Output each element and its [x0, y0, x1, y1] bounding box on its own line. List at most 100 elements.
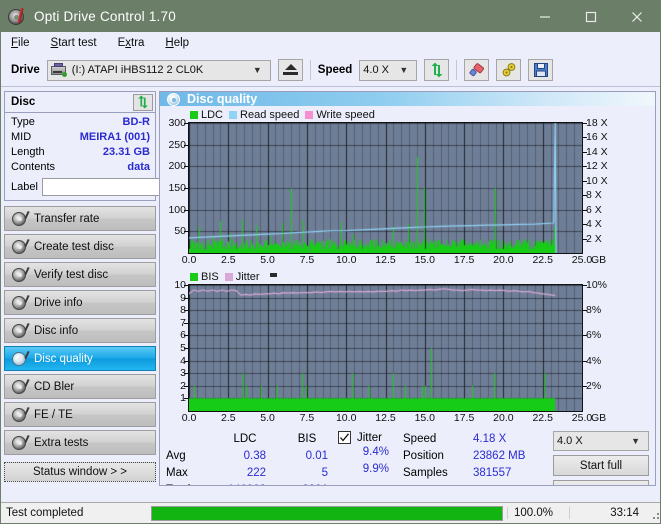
sidebar-item-label: Disc info	[34, 325, 78, 337]
tools-button[interactable]	[496, 59, 521, 81]
position-key: Position	[403, 448, 473, 465]
charts-container: LDC Read speed Write speed 5010015020025…	[160, 106, 655, 426]
window-title: Opti Drive Control 1.70	[34, 9, 176, 24]
y-tick-label-right: 14 X	[586, 146, 608, 158]
x-tick-label: 0.0	[182, 412, 197, 424]
disc-speed-icon	[12, 212, 26, 226]
start-full-button[interactable]: Start full	[553, 455, 649, 476]
disc-row-value: BD-R	[123, 115, 151, 130]
ldc-chart-y-axis-right: 2 X4 X6 X8 X10 X12 X14 X16 X18 X	[583, 122, 617, 254]
ldc-chart-x-axis: 0.02.55.07.510.012.515.017.520.022.525.0…	[188, 254, 583, 268]
disc-refresh-button[interactable]	[133, 94, 153, 111]
sidebar-item-label: Create test disc	[34, 241, 114, 253]
minimize-icon[interactable]	[522, 1, 568, 32]
x-tick-label: 15.0	[415, 254, 435, 266]
speed-select[interactable]: 4.0 X ▼	[359, 60, 417, 81]
sidebar-item-label: CD Bler	[34, 381, 74, 393]
speed-select-value: 4.0 X	[363, 64, 389, 76]
sidebar-item-create-test-disc[interactable]: Create test disc	[4, 234, 156, 259]
menu-extra[interactable]: Extra	[116, 36, 147, 50]
content-header: Disc quality	[160, 92, 655, 106]
maximize-icon[interactable]	[568, 1, 614, 32]
chevron-down-icon: ▼	[391, 66, 414, 75]
drive-select[interactable]: (I:) ATAPI iHBS112 2 CL0K ▼	[47, 60, 271, 81]
jitter-avg-value: 9.4%	[338, 444, 403, 461]
sidebar-item-disc-info[interactable]: Disc info	[4, 318, 156, 343]
menu-start-test[interactable]: Start test	[49, 36, 99, 50]
speed-info-value: 4.18 X	[473, 431, 553, 448]
ldc-chart-plot	[188, 122, 583, 254]
x-tick-label: 22.5	[532, 412, 552, 424]
progress-percent: 100.0%	[507, 507, 569, 519]
y-tick-label-right: 16 X	[586, 131, 608, 143]
x-tick-label: 22.5	[532, 254, 552, 266]
y-tick-label-right: 10%	[586, 279, 607, 291]
x-tick-label: 2.5	[221, 254, 236, 266]
stats-max-ldc: 222	[214, 465, 276, 482]
refresh-button[interactable]	[424, 59, 449, 81]
legend-swatch-bis	[190, 273, 198, 281]
sidebar-item-extra-tests[interactable]: Extra tests	[4, 430, 156, 455]
test-speed-select[interactable]: 4.0 X ▼	[553, 431, 649, 451]
x-tick-label: 17.5	[454, 412, 474, 424]
status-window-button[interactable]: Status window > >	[4, 462, 156, 482]
x-tick-label: 25.0	[572, 254, 592, 266]
sidebar-item-disc-quality[interactable]: Disc quality	[4, 346, 156, 371]
disc-info-icon	[12, 324, 26, 338]
jitter-checkbox[interactable]	[338, 431, 351, 444]
menu-file[interactable]: FFileile	[9, 36, 32, 50]
y-tick-label-right: 2%	[586, 380, 601, 392]
start-part-button[interactable]: Start part	[553, 480, 649, 486]
y-tick-label-right: 8 X	[586, 189, 602, 201]
speed-label: Speed	[318, 64, 353, 76]
test-speed-value: 4.0 X	[557, 435, 583, 447]
erase-button[interactable]	[464, 59, 489, 81]
x-tick-label: 17.5	[454, 254, 474, 266]
x-tick-label: 5.0	[260, 412, 275, 424]
sidebar-item-drive-info[interactable]: Drive info	[4, 290, 156, 315]
jitter-header: Jitter	[338, 431, 403, 444]
stats-grid: LDC BIS Avg 0.38 0.01 Max 222 5 Total 14…	[166, 431, 338, 486]
toolbar-divider	[310, 60, 311, 80]
sidebar-item-verify-test-disc[interactable]: Verify test disc	[4, 262, 156, 287]
legend-marker-icon	[270, 273, 277, 277]
bis-chart-plot	[188, 284, 583, 412]
legend-label: LDC	[201, 109, 223, 121]
disc-burn-icon	[12, 240, 26, 254]
sidebar-item-fe-te[interactable]: FE / TE	[4, 402, 156, 427]
eject-button[interactable]	[278, 59, 303, 81]
resize-grip-icon[interactable]	[647, 507, 659, 519]
sidebar-item-transfer-rate[interactable]: Transfer rate	[4, 206, 156, 231]
sidebar-item-label: Verify test disc	[34, 269, 108, 281]
jitter-label: Jitter	[357, 432, 382, 444]
x-tick-label: 2.5	[221, 412, 236, 424]
x-tick-label: 7.5	[300, 254, 315, 266]
legend-label: Jitter	[236, 271, 260, 283]
stats-row-key-total: Total	[166, 482, 214, 486]
drive-label: Drive	[11, 64, 40, 76]
close-icon[interactable]	[614, 1, 660, 32]
progress-bar-fill	[152, 507, 502, 520]
legend-item-write-speed: Write speed	[305, 109, 375, 121]
sidebar-item-label: Transfer rate	[34, 213, 99, 225]
toolbar-divider	[456, 60, 457, 80]
sidebar-item-label: Disc quality	[34, 353, 93, 365]
sidebar-item-cd-bler[interactable]: CD Bler	[4, 374, 156, 399]
x-axis-unit-label: GB	[591, 254, 606, 266]
jitter-column: Jitter 9.4% 9.9%	[338, 431, 403, 486]
stats-avg-bis: 0.01	[276, 448, 338, 465]
save-button[interactable]	[528, 59, 553, 81]
y-tick-label-right: 6%	[586, 329, 601, 341]
disc-row-value: MEIRA1 (001)	[80, 130, 150, 145]
sidebar-item-label: Extra tests	[34, 437, 88, 449]
elapsed-time: 33:14	[569, 507, 647, 519]
bis-chart-x-axis: 0.02.55.07.510.012.515.017.520.022.525.0…	[188, 412, 583, 426]
legend-item-ldc: LDC	[190, 109, 223, 121]
legend-item-bis: BIS	[190, 271, 219, 283]
page-title: Disc quality	[187, 92, 257, 106]
y-tick-label-right: 18 X	[586, 117, 608, 129]
disc-row-value: data	[127, 160, 150, 175]
disc-panel: Disc Type BD-R MID MEIR	[4, 91, 156, 201]
drive-toolbar: Drive (I:) ATAPI iHBS112 2 CL0K ▼ Speed …	[1, 54, 660, 87]
menu-help[interactable]: Help	[163, 36, 191, 50]
